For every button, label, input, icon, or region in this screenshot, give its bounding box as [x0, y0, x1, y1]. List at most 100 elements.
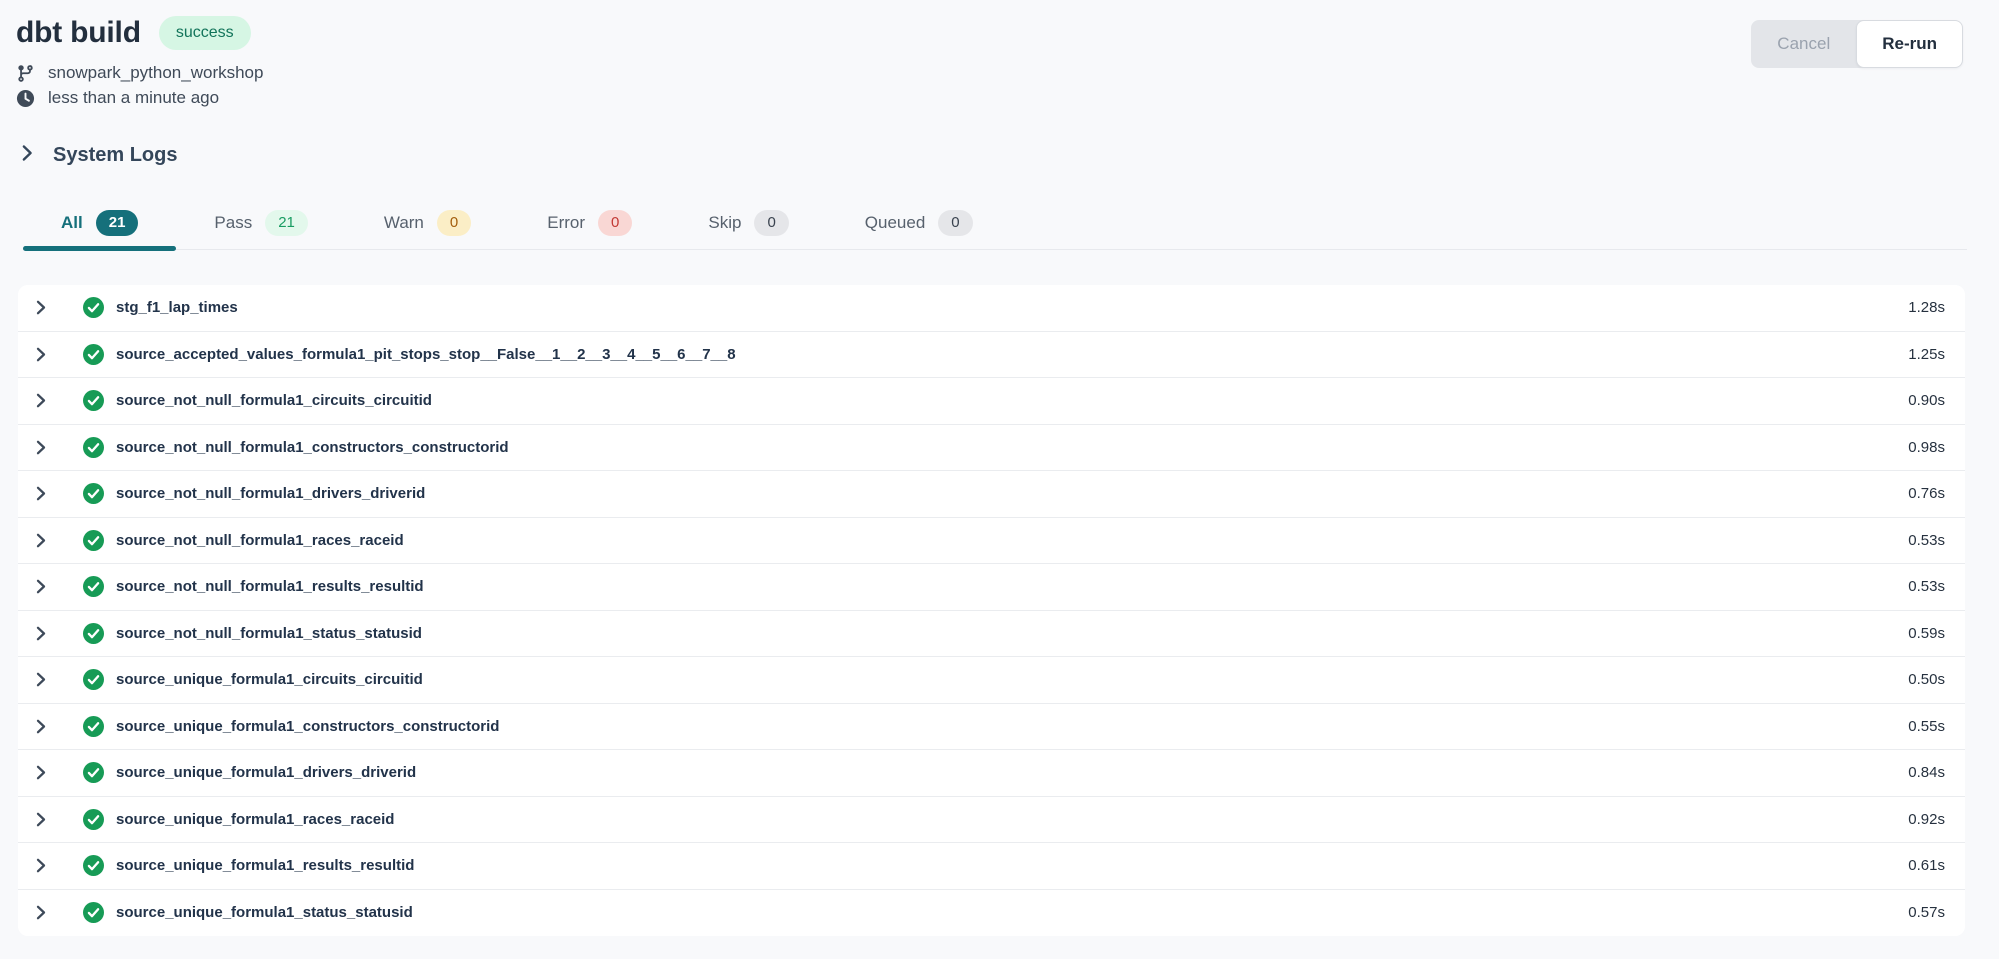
- run-actions: Cancel Re-run: [1751, 20, 1963, 68]
- result-row[interactable]: source_not_null_formula1_drivers_driveri…: [18, 471, 1965, 518]
- result-filter-tabs: All 21 Pass 21 Warn 0 Error 0 Skip 0: [23, 197, 1967, 250]
- expand-chevron-icon[interactable]: [33, 811, 49, 828]
- tab-count-badge: 0: [598, 210, 632, 236]
- result-name: source_not_null_formula1_drivers_driveri…: [116, 485, 425, 502]
- result-duration: 0.92s: [1908, 811, 1945, 828]
- result-name: source_not_null_formula1_circuits_circui…: [116, 392, 432, 409]
- success-check-icon: [83, 483, 104, 504]
- success-check-icon: [83, 437, 104, 458]
- tab-all[interactable]: All 21: [23, 197, 176, 249]
- branch-name: snowpark_python_workshop: [48, 63, 263, 83]
- result-row[interactable]: source_not_null_formula1_status_statusid…: [18, 611, 1965, 658]
- result-row[interactable]: source_not_null_formula1_results_resulti…: [18, 564, 1965, 611]
- result-row[interactable]: source_unique_formula1_races_raceid 0.92…: [18, 797, 1965, 844]
- success-check-icon: [83, 902, 104, 923]
- tab-count-badge: 21: [96, 210, 139, 236]
- result-name: source_unique_formula1_status_statusid: [116, 904, 413, 921]
- run-detail-page: dbt build success Cancel Re-run snowpark…: [0, 0, 1999, 959]
- result-row[interactable]: source_unique_formula1_circuits_circuiti…: [18, 657, 1965, 704]
- tab-skip[interactable]: Skip 0: [670, 197, 826, 249]
- result-name: source_not_null_formula1_results_resulti…: [116, 578, 424, 595]
- success-check-icon: [83, 762, 104, 783]
- result-row[interactable]: source_unique_formula1_status_statusid 0…: [18, 890, 1965, 937]
- tab-count-badge: 21: [265, 210, 308, 236]
- result-name: source_accepted_values_formula1_pit_stop…: [116, 346, 736, 363]
- result-row[interactable]: source_not_null_formula1_races_raceid 0.…: [18, 518, 1965, 565]
- tab-label: Skip: [708, 213, 741, 233]
- cancel-button[interactable]: Cancel: [1751, 20, 1864, 68]
- expand-chevron-icon[interactable]: [33, 718, 49, 735]
- result-duration: 0.90s: [1908, 392, 1945, 409]
- result-name: source_unique_formula1_results_resultid: [116, 857, 414, 874]
- result-row[interactable]: source_accepted_values_formula1_pit_stop…: [18, 332, 1965, 379]
- expand-chevron-icon[interactable]: [33, 392, 49, 409]
- success-check-icon: [83, 344, 104, 365]
- tab-count-badge: 0: [938, 210, 972, 236]
- expand-chevron-icon[interactable]: [33, 439, 49, 456]
- result-duration: 0.53s: [1908, 532, 1945, 549]
- expand-chevron-icon[interactable]: [33, 578, 49, 595]
- tab-pass[interactable]: Pass 21: [176, 197, 345, 249]
- result-row[interactable]: source_unique_formula1_drivers_driverid …: [18, 750, 1965, 797]
- tab-error[interactable]: Error 0: [509, 197, 670, 249]
- expand-chevron-icon[interactable]: [33, 671, 49, 688]
- result-duration: 0.57s: [1908, 904, 1945, 921]
- result-row[interactable]: source_not_null_formula1_constructors_co…: [18, 425, 1965, 472]
- result-duration: 1.28s: [1908, 299, 1945, 316]
- tab-label: Pass: [214, 213, 252, 233]
- expand-chevron-icon[interactable]: [33, 904, 49, 921]
- git-branch-icon: [16, 64, 35, 83]
- result-duration: 0.98s: [1908, 439, 1945, 456]
- rerun-button[interactable]: Re-run: [1856, 20, 1963, 68]
- success-check-icon: [83, 576, 104, 597]
- result-name: source_unique_formula1_races_raceid: [116, 811, 394, 828]
- tab-count-badge: 0: [754, 210, 788, 236]
- result-row[interactable]: source_unique_formula1_results_resultid …: [18, 843, 1965, 890]
- expand-chevron-icon[interactable]: [33, 346, 49, 363]
- expand-chevron-icon[interactable]: [33, 532, 49, 549]
- result-duration: 0.59s: [1908, 625, 1945, 642]
- success-check-icon: [83, 297, 104, 318]
- result-duration: 0.55s: [1908, 718, 1945, 735]
- tab-label: Error: [547, 213, 585, 233]
- result-duration: 0.53s: [1908, 578, 1945, 595]
- result-row[interactable]: source_not_null_formula1_circuits_circui…: [18, 378, 1965, 425]
- branch-row: snowpark_python_workshop: [16, 63, 1963, 83]
- success-check-icon: [83, 669, 104, 690]
- result-name: source_not_null_formula1_constructors_co…: [116, 439, 509, 456]
- page-title: dbt build: [16, 16, 141, 50]
- result-duration: 1.25s: [1908, 346, 1945, 363]
- expand-chevron-icon[interactable]: [33, 299, 49, 316]
- result-row[interactable]: source_unique_formula1_constructors_cons…: [18, 704, 1965, 751]
- expand-chevron-icon[interactable]: [33, 764, 49, 781]
- system-logs-label: System Logs: [53, 144, 177, 167]
- result-duration: 0.84s: [1908, 764, 1945, 781]
- result-name: source_not_null_formula1_status_statusid: [116, 625, 422, 642]
- tab-label: Queued: [865, 213, 926, 233]
- result-name: source_unique_formula1_constructors_cons…: [116, 718, 499, 735]
- result-name: source_unique_formula1_circuits_circuiti…: [116, 671, 423, 688]
- time-row: less than a minute ago: [16, 88, 1963, 108]
- success-check-icon: [83, 716, 104, 737]
- tab-label: Warn: [384, 213, 424, 233]
- tab-queued[interactable]: Queued 0: [827, 197, 1011, 249]
- success-check-icon: [83, 809, 104, 830]
- success-check-icon: [83, 855, 104, 876]
- result-name: source_unique_formula1_drivers_driverid: [116, 764, 416, 781]
- result-duration: 0.76s: [1908, 485, 1945, 502]
- result-name: source_not_null_formula1_races_raceid: [116, 532, 404, 549]
- tab-warn[interactable]: Warn 0: [346, 197, 509, 249]
- expand-chevron-icon[interactable]: [33, 857, 49, 874]
- expand-chevron-icon[interactable]: [33, 485, 49, 502]
- status-badge: success: [159, 16, 251, 49]
- result-duration: 0.50s: [1908, 671, 1945, 688]
- success-check-icon: [83, 623, 104, 644]
- result-name: stg_f1_lap_times: [116, 299, 238, 316]
- result-row[interactable]: stg_f1_lap_times 1.28s: [18, 285, 1965, 332]
- success-check-icon: [83, 390, 104, 411]
- expand-chevron-icon[interactable]: [33, 625, 49, 642]
- system-logs-toggle[interactable]: System Logs: [18, 144, 177, 167]
- time-ago: less than a minute ago: [48, 88, 219, 108]
- tab-label: All: [61, 213, 83, 233]
- tab-count-badge: 0: [437, 210, 471, 236]
